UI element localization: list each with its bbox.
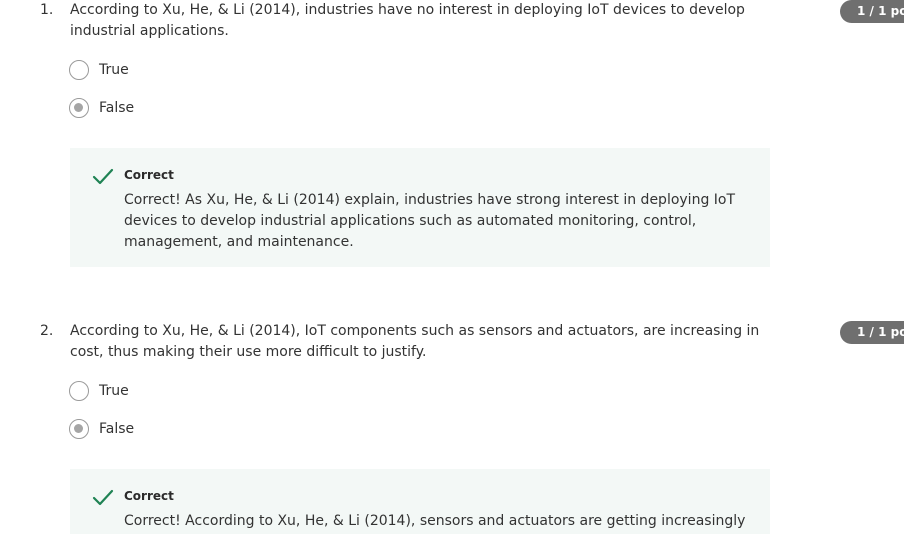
feedback-text: Correct! According to Xu, He, & Li (2014… [124,513,746,529]
option-label: False [99,100,135,116]
option-false[interactable]: False [69,98,134,118]
option-true[interactable]: True [69,381,129,401]
option-label: True [99,383,129,399]
radio-button[interactable] [69,381,89,401]
points-badge: 1 / 1 point [840,0,904,23]
checkmark-icon [92,168,114,185]
feedback-box: Correct Correct! As Xu, He, & Li (2014) … [70,148,770,267]
quiz-results-page: 1. According to Xu, He, & Li (2014), ind… [0,0,904,534]
feedback-box: Correct Correct! According to Xu, He, & … [70,469,770,534]
feedback-title: Correct [124,489,174,503]
question-text: According to Xu, He, & Li (2014), indust… [70,2,745,39]
question-number: 2. [40,323,54,339]
points-badge: 1 / 1 point [840,321,904,344]
question-1: 1. According to Xu, He, & Li (2014), ind… [0,0,904,270]
radio-button-selected[interactable] [69,419,89,439]
option-label: True [99,62,129,78]
option-false[interactable]: False [69,419,134,439]
feedback-title: Correct [124,168,174,182]
checkmark-icon [92,489,114,506]
option-label: False [99,421,135,437]
radio-button-selected[interactable] [69,98,89,118]
feedback-text: Correct! As Xu, He, & Li (2014) explain,… [124,192,736,250]
radio-button[interactable] [69,60,89,80]
question-text: According to Xu, He, & Li (2014), IoT co… [70,323,760,360]
question-2: 2. According to Xu, He, & Li (2014), IoT… [0,321,904,534]
question-number: 1. [40,2,54,18]
option-true[interactable]: True [69,60,129,80]
